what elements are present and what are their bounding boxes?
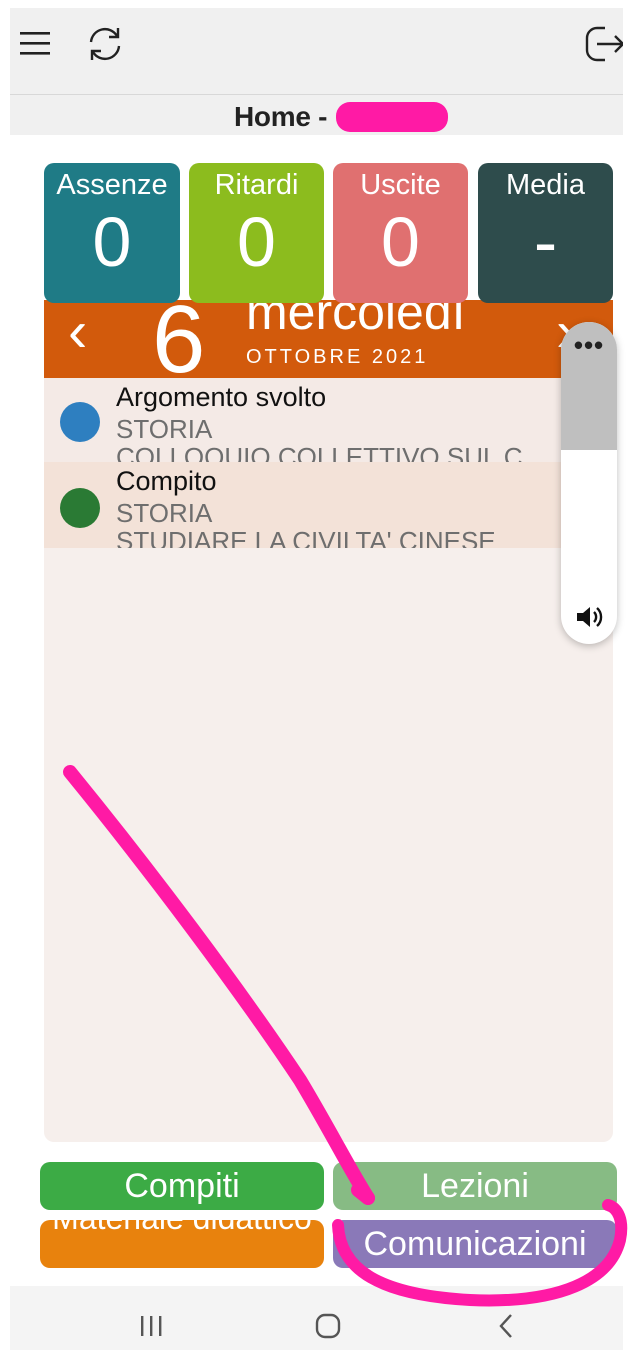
more-options-icon[interactable]: ••• <box>561 330 617 361</box>
stat-label: Uscite <box>360 169 441 201</box>
stat-tile-uscite[interactable]: Uscite 0 <box>333 163 468 303</box>
previous-day-button[interactable]: ‹ <box>68 300 87 364</box>
event-description: STUDIARE LA CIVILTA' CINESE <box>116 526 496 548</box>
home-icon[interactable] <box>314 1312 342 1340</box>
event-description: COLLOQUIO COLLETTIVO SUL C <box>116 442 523 462</box>
lezioni-button[interactable]: Lezioni <box>333 1162 617 1210</box>
stat-value: - <box>533 203 558 281</box>
logout-icon[interactable] <box>583 24 623 64</box>
title-bar: Home - <box>10 94 623 135</box>
event-title: Compito <box>116 466 217 496</box>
stat-value: 0 <box>381 203 420 281</box>
sync-icon[interactable] <box>83 22 127 66</box>
speaker-icon[interactable] <box>575 604 603 630</box>
back-icon[interactable] <box>496 1312 516 1340</box>
day-header: ‹ 6 mercoledì OTTOBRE 2021 › <box>44 284 613 388</box>
stat-tile-assenze[interactable]: Assenze 0 <box>44 163 180 303</box>
recents-icon[interactable] <box>137 1314 165 1338</box>
stat-label: Media <box>506 169 585 201</box>
events-panel: Argomento svolto STORIA COLLOQUIO COLLET… <box>44 378 613 1142</box>
stat-tile-media[interactable]: Media - <box>478 163 613 303</box>
event-item[interactable]: Argomento svolto STORIA COLLOQUIO COLLET… <box>44 378 561 462</box>
materiale-didattico-label: Materiale didattico <box>40 1220 324 1234</box>
stat-value: 0 <box>92 203 132 281</box>
event-title: Argomento svolto <box>116 382 327 412</box>
stat-label: Assenze <box>56 169 168 201</box>
stat-tile-ritardi[interactable]: Ritardi 0 <box>189 163 324 303</box>
compiti-button[interactable]: Compiti <box>40 1162 324 1210</box>
menu-icon[interactable] <box>18 26 54 62</box>
stat-label: Ritardi <box>214 169 299 201</box>
event-item[interactable]: Compito STORIA STUDIARE LA CIVILTA' CINE… <box>44 462 561 548</box>
event-type-dot <box>60 402 100 442</box>
month-year: OTTOBRE 2021 <box>246 346 429 368</box>
day-number: 6 <box>152 286 206 393</box>
event-type-dot <box>60 488 100 528</box>
event-subject: STORIA <box>116 498 213 528</box>
page-title: Home - <box>234 101 328 132</box>
stat-value: 0 <box>237 203 276 281</box>
volume-slider[interactable]: ••• <box>561 322 617 644</box>
redaction-mark <box>336 102 448 132</box>
event-subject: STORIA <box>116 414 213 444</box>
materiale-didattico-button[interactable]: Materiale didattico <box>40 1220 324 1268</box>
comunicazioni-button[interactable]: Comunicazioni <box>333 1220 617 1268</box>
